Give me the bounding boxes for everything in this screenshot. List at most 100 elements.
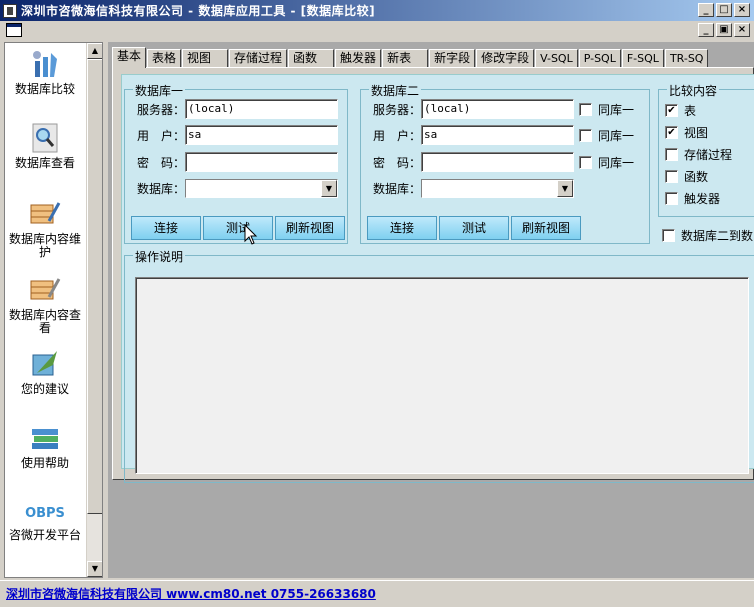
tab-tables[interactable]: 表格 (147, 49, 182, 68)
db2-to-db1-option[interactable]: 数据库二到数 (662, 227, 753, 244)
db1-connect-button[interactable]: 连接 (131, 216, 201, 240)
compare-group: 比较内容 ✔ 表 ✔ 视图 存储过程 函数 触发器 (658, 82, 754, 217)
tab-p-sql[interactable]: P-SQL (578, 49, 621, 68)
compare-view-checkbox[interactable]: ✔ (665, 126, 678, 139)
close-button[interactable]: × (734, 3, 750, 17)
sidebar-scrollbar[interactable]: ▲ ▼ (86, 43, 102, 577)
minimize-button[interactable]: _ (698, 3, 714, 17)
compare-function-checkbox[interactable] (665, 170, 678, 183)
db2-to-db1-label: 数据库二到数 (681, 229, 754, 243)
sidebar-item-db-content-view[interactable]: 数据库内容查看 (5, 275, 85, 335)
compare-view-label: 视图 (684, 126, 709, 140)
scroll-up-icon[interactable]: ▲ (87, 43, 102, 59)
db1-password-label: 密 码： (136, 155, 185, 170)
db2-connect-button[interactable]: 连接 (367, 216, 437, 240)
sidebar-item-suggestion[interactable]: 您的建议 (5, 349, 85, 396)
tab-tr-sql[interactable]: TR-SQ (664, 49, 709, 68)
window-controls: _ □ × (698, 3, 750, 17)
window-title: 深圳市咨微海信科技有限公司 - 数据库应用工具 - [数据库比较] (21, 4, 376, 18)
db1-server-label: 服务器： (136, 102, 185, 117)
db2-user-label: 用 户： (372, 128, 421, 143)
mdi-restore-button[interactable]: ▣ (716, 23, 732, 37)
compare-procedure-checkbox[interactable] (665, 148, 678, 161)
tab-basic[interactable]: 基本 (112, 47, 147, 68)
tab-functions[interactable]: 函数 (288, 49, 335, 68)
sidebar-item-db-view[interactable]: 数据库查看 (5, 123, 85, 170)
db1-server-input[interactable]: (local) (185, 99, 338, 119)
operation-description-area[interactable] (135, 277, 749, 474)
db1-password-input[interactable] (185, 152, 338, 172)
db1-user-input[interactable]: sa (185, 125, 338, 145)
feather-pen-icon (32, 351, 57, 376)
tab-modify-field[interactable]: 修改字段 (476, 49, 535, 68)
dropdown-arrow-icon[interactable]: ▼ (321, 180, 337, 197)
compare-procedure-label: 存储过程 (684, 148, 733, 162)
mdi-child-icon[interactable] (6, 23, 22, 37)
view-table-icon (30, 278, 61, 300)
db2-user-input[interactable]: sa (421, 125, 574, 145)
sidebar-item-dev-platform[interactable]: OBPS 咨微开发平台 (5, 503, 85, 542)
mdi-minimize-button[interactable]: _ (698, 23, 714, 37)
tab-new-table[interactable]: 新表 (382, 49, 429, 68)
compare-trigger-label: 触发器 (684, 192, 721, 206)
compare-option-table[interactable]: ✔ 表 (665, 102, 696, 119)
sidebar-item-help[interactable]: 使用帮助 (5, 423, 85, 470)
mouse-cursor-icon (244, 224, 258, 245)
sidebar-item-db-compare[interactable]: 数据库比较 (5, 49, 85, 96)
db2-test-button[interactable]: 测试 (439, 216, 509, 240)
tab-views[interactable]: 视图 (182, 49, 229, 68)
db1-title: 数据库一 (133, 82, 186, 99)
sidebar-item-label: 数据库内容维护 (8, 232, 81, 259)
db2-database-label: 数据库： (372, 182, 421, 196)
db2-same-server-label: 同库一 (598, 102, 635, 117)
dropdown-arrow-icon[interactable]: ▼ (557, 180, 573, 197)
db2-same-server-checkbox[interactable] (579, 102, 592, 116)
db2-server-input[interactable]: (local) (421, 99, 574, 119)
db2-database-select[interactable]: ▼ (421, 179, 574, 198)
db2-group: 数据库二 服务器： (local) 同库一 用 户： sa 同库一 密 码： 同… (360, 82, 650, 244)
operation-group: 操作说明 (124, 248, 754, 483)
edit-table-icon (30, 202, 61, 224)
db2-password-input[interactable] (421, 152, 574, 172)
db2-password-label: 密 码： (372, 155, 421, 170)
tab-triggers[interactable]: 触发器 (335, 49, 382, 68)
mdi-window-controls: _ ▣ × (698, 23, 750, 37)
compare-trigger-checkbox[interactable] (665, 192, 678, 205)
db2-same-password-checkbox[interactable] (579, 155, 592, 169)
scroll-thumb[interactable] (87, 59, 102, 514)
sidebar-item-db-content-maintain[interactable]: 数据库内容维护 (5, 199, 85, 259)
compare-table-label: 表 (684, 104, 697, 118)
db1-refresh-button[interactable]: 刷新视图 (275, 216, 345, 240)
db2-refresh-button[interactable]: 刷新视图 (511, 216, 581, 240)
db2-same-password-label: 同库一 (598, 155, 635, 170)
db2-same-user-checkbox[interactable] (579, 128, 592, 142)
tab-new-field[interactable]: 新字段 (429, 49, 476, 68)
scroll-down-icon[interactable]: ▼ (87, 561, 102, 577)
db1-database-select[interactable]: ▼ (185, 179, 338, 198)
compare-option-function[interactable]: 函数 (665, 168, 708, 185)
maximize-button[interactable]: □ (716, 3, 732, 17)
sidebar-item-label: 咨微开发平台 (8, 528, 81, 542)
tab-f-sql[interactable]: F-SQL (621, 49, 664, 68)
company-link[interactable]: 深圳市咨微海信科技有限公司 www.cm80.net 0755-26633680 (6, 585, 376, 602)
mdi-close-button[interactable]: × (734, 23, 750, 37)
compare-option-procedure[interactable]: 存储过程 (665, 146, 732, 163)
books-icon (32, 429, 58, 449)
tab-strip: 基本 表格 视图 存储过程 函数 触发器 新表 新字段 修改字段 V-SQL P… (112, 47, 709, 68)
db1-user-label: 用 户： (136, 128, 185, 143)
db2-to-db1-checkbox[interactable] (662, 229, 675, 242)
app-icon[interactable] (3, 3, 17, 18)
tools-icon (33, 51, 57, 77)
db1-database-label: 数据库： (136, 182, 185, 196)
status-bar: 深圳市咨微海信科技有限公司 www.cm80.net 0755-26633680 (0, 580, 754, 607)
compare-option-trigger[interactable]: 触发器 (665, 190, 720, 207)
menu-bar: _ ▣ × (0, 21, 754, 40)
title-bar: 深圳市咨微海信科技有限公司 - 数据库应用工具 - [数据库比较] (0, 0, 754, 21)
sidebar-item-label: 使用帮助 (20, 456, 69, 470)
operation-title: 操作说明 (133, 248, 186, 265)
tab-procedures[interactable]: 存储过程 (229, 49, 288, 68)
db1-test-button[interactable]: 测试 (203, 216, 273, 240)
compare-option-view[interactable]: ✔ 视图 (665, 124, 708, 141)
tab-v-sql[interactable]: V-SQL (535, 49, 578, 68)
compare-table-checkbox[interactable]: ✔ (665, 104, 678, 117)
